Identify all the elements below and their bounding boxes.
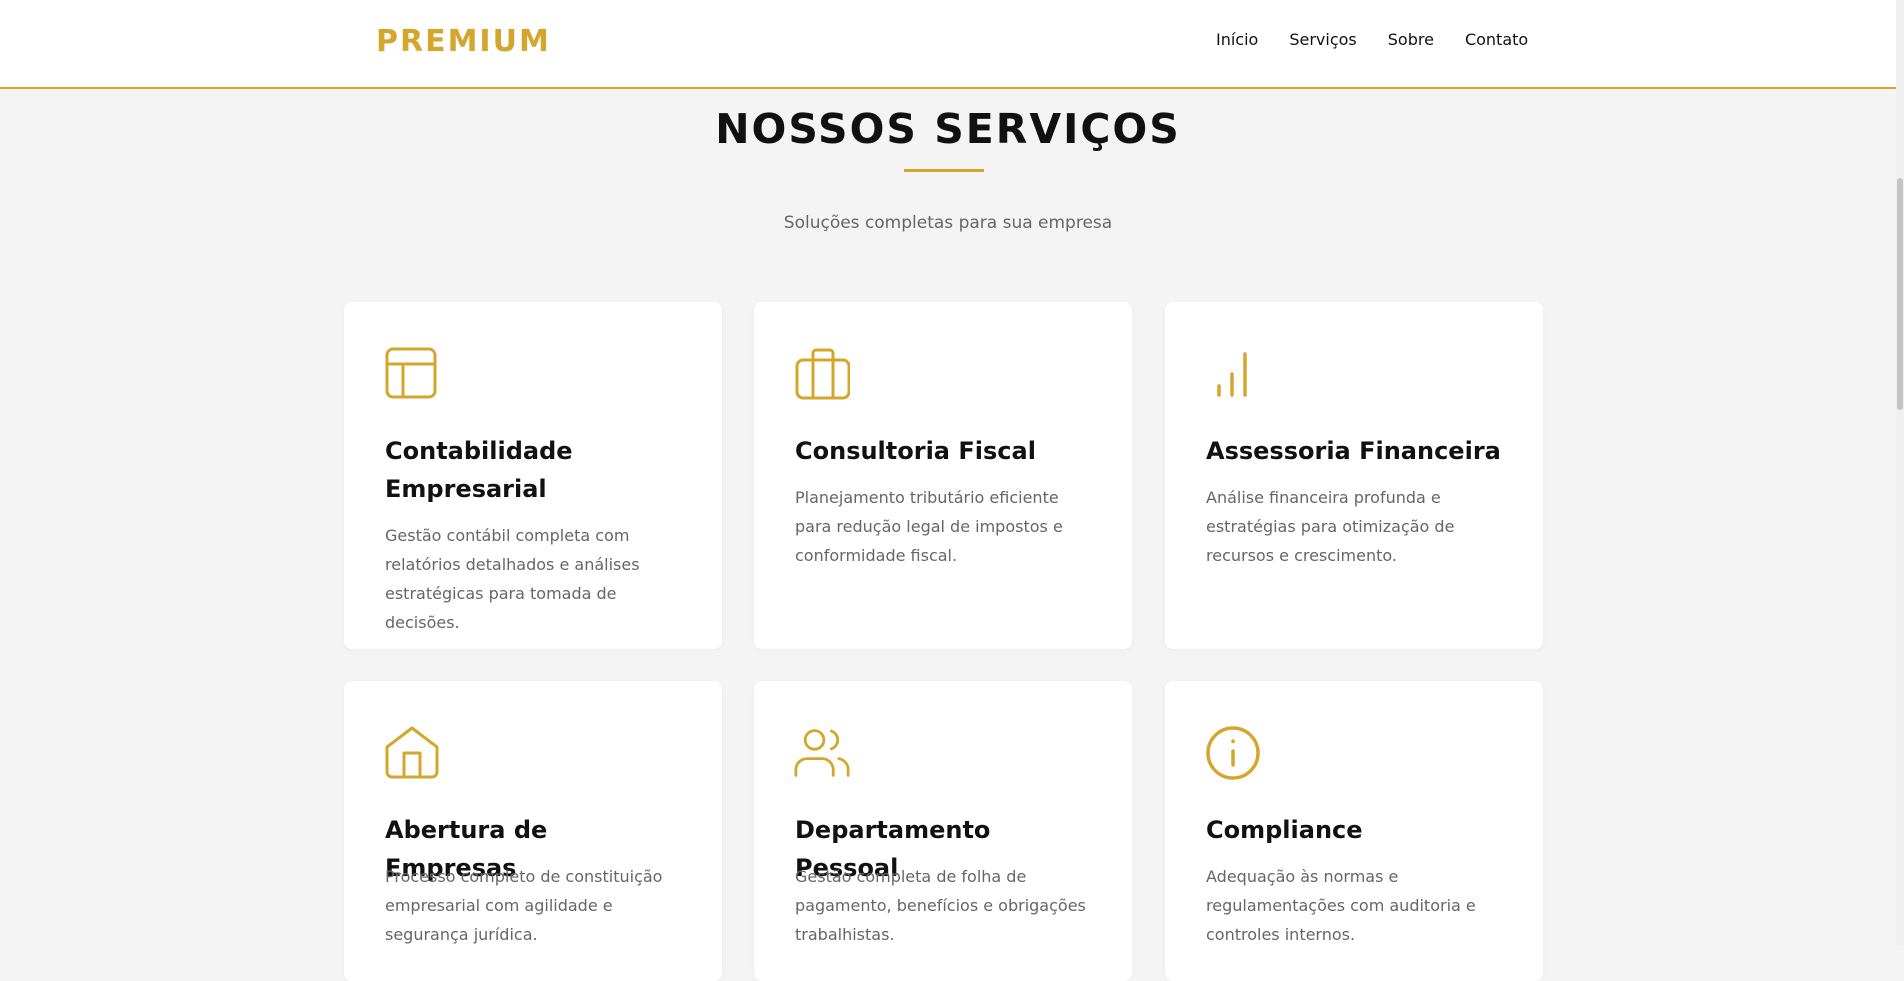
service-title: Contabilidade Empresarial — [385, 437, 573, 503]
nav-contato[interactable]: Contato — [1465, 30, 1528, 49]
service-card[interactable]: Assessoria Financeira Análise financeira… — [1165, 302, 1543, 649]
section-title: NOSSOS SERVIÇOS — [715, 105, 1181, 153]
nav-inicio[interactable]: Início — [1216, 30, 1258, 49]
briefcase-icon — [794, 346, 851, 402]
service-card[interactable]: Compliance Adequação às normas e regulam… — [1165, 681, 1543, 981]
section-subtitle: Soluções completas para sua empresa — [783, 213, 1113, 233]
main-nav: Início Serviços Sobre Contato — [1216, 30, 1528, 49]
service-description: Processo completo de constituição empres… — [385, 867, 663, 944]
scrollbar-thumb[interactable] — [1897, 178, 1903, 410]
layout-icon — [384, 346, 440, 402]
service-card[interactable]: Consultoria Fiscal Planejamento tributár… — [754, 302, 1132, 649]
service-card[interactable]: Abertura de Empresas Processo completo d… — [344, 681, 722, 981]
logo[interactable]: PREMIUM — [376, 24, 551, 59]
service-card[interactable]: Departamento Pessoal Gestão completa de … — [754, 681, 1132, 981]
service-title: Consultoria Fiscal — [795, 437, 1036, 465]
service-card[interactable]: Contabilidade Empresarial Gestão contábi… — [344, 302, 722, 649]
service-description: Gestão contábil completa com relatórios … — [385, 526, 640, 632]
bar-chart-icon — [1205, 346, 1261, 402]
service-description: Adequação às normas e regulamentações co… — [1206, 867, 1476, 944]
users-icon — [794, 725, 850, 781]
nav-servicos[interactable]: Serviços — [1289, 30, 1356, 49]
nav-sobre[interactable]: Sobre — [1388, 30, 1434, 49]
info-icon — [1205, 725, 1261, 781]
service-title: Assessoria Financeira — [1206, 437, 1501, 465]
service-description: Gestão completa de folha de pagamento, b… — [795, 867, 1086, 944]
service-description: Planejamento tributário eficiente para r… — [795, 488, 1063, 565]
service-description: Análise financeira profunda e estratégia… — [1206, 488, 1455, 565]
title-underline — [904, 169, 984, 172]
service-title: Compliance — [1206, 816, 1363, 844]
home-icon — [384, 725, 440, 781]
page-scrollbar[interactable] — [1896, 0, 1904, 946]
site-header: PREMIUM Início Serviços Sobre Contato — [0, 0, 1896, 89]
